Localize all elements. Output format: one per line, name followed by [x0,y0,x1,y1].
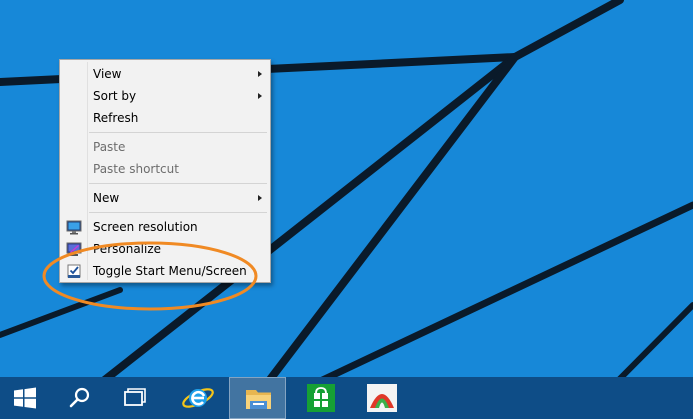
annotation-highlight-ellipse [42,241,258,311]
menu-item-label: Paste [93,140,126,154]
menu-item-label: Screen resolution [93,220,198,234]
submenu-arrow-icon [258,93,262,99]
task-view-button[interactable] [110,377,160,419]
taskbar [0,377,693,419]
menu-separator [89,183,267,184]
screen-resolution-icon [66,220,82,235]
paint-app-icon [367,384,397,412]
menu-separator [89,212,267,213]
start-button[interactable] [0,377,50,419]
file-explorer-icon [246,390,271,409]
submenu-arrow-icon [258,195,262,201]
internet-explorer-icon [182,388,214,408]
search-button[interactable] [54,377,104,419]
menu-item-label: Sort by [93,89,137,103]
menu-item-new[interactable]: New [62,187,268,209]
menu-item-label: Refresh [93,111,139,125]
menu-item-label: View [93,67,122,81]
store-icon [307,384,335,412]
menu-item-screen-resolution[interactable]: Screen resolution [62,216,268,238]
menu-separator [89,132,267,133]
menu-item-refresh[interactable]: Refresh [62,107,268,129]
menu-item-label: New [93,191,120,205]
windows-start-icon [14,387,36,409]
search-icon [69,387,90,408]
paint-app-button[interactable] [357,377,407,419]
task-view-icon [124,388,146,406]
file-explorer-button[interactable] [229,377,286,419]
store-button[interactable] [295,377,345,419]
menu-item-paste-shortcut: Paste shortcut [62,158,268,180]
submenu-arrow-icon [258,71,262,77]
internet-explorer-button[interactable] [172,377,222,419]
menu-item-label: Paste shortcut [93,162,179,176]
menu-item-sort-by[interactable]: Sort by [62,85,268,107]
menu-item-paste: Paste [62,136,268,158]
menu-item-view[interactable]: View [62,63,268,85]
